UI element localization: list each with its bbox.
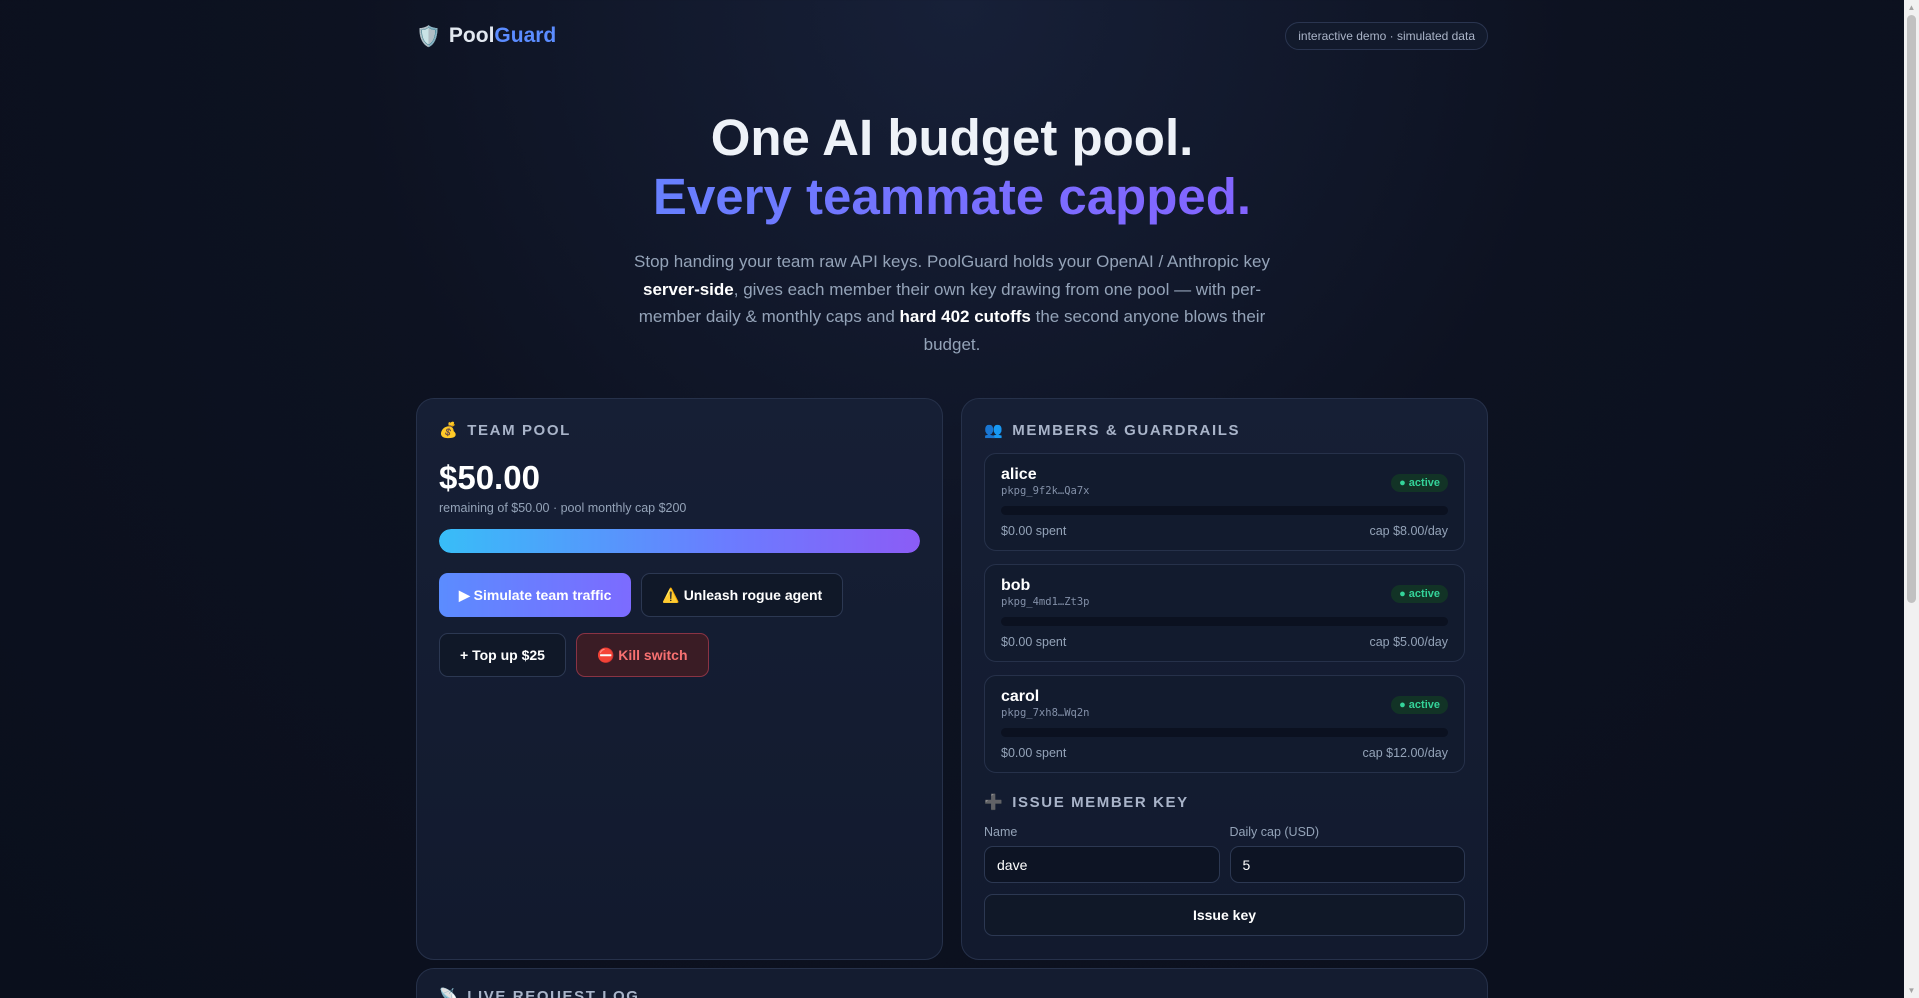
desc-part-1: Stop handing your team raw API keys. Poo… [634, 252, 1270, 271]
log-heading: 📡 LIVE REQUEST LOG [439, 987, 1465, 998]
member-spent: $0.00 spent [1001, 524, 1067, 538]
cards-row: 💰 TEAM POOL $50.00 remaining of $50.00 ·… [416, 398, 1488, 960]
member-spend-bar [1001, 506, 1448, 515]
member-footer: $0.00 spent cap $5.00/day [1001, 635, 1448, 649]
member-cap: cap $8.00/day [1369, 524, 1448, 538]
pool-actions-row-1: ▶ Simulate team traffic ⚠️ Unleash rogue… [439, 573, 920, 617]
plus-icon: ➕ [984, 794, 1005, 811]
desc-emph-server-side: server-side [643, 279, 734, 299]
hero-title: One AI budget pool. [710, 109, 1194, 166]
members-heading: 👥 MEMBERS & GUARDRAILS [984, 421, 1465, 440]
brand-name-pool: Pool [448, 24, 495, 47]
daily-cap-input[interactable] [1229, 846, 1465, 883]
scrollbar-thumb[interactable] [1907, 15, 1916, 603]
team-pool-heading: 💰 TEAM POOL [439, 421, 920, 440]
brand-name-guard: Guard [494, 24, 557, 47]
member-footer: $0.00 spent cap $8.00/day [1001, 524, 1448, 538]
desc-emph-cutoffs: hard 402 cutoffs [899, 307, 1031, 326]
money-bag-icon: 💰 [439, 422, 460, 439]
status-badge: ● active [1391, 696, 1448, 714]
demo-badge: interactive demo · simulated data [1285, 22, 1488, 50]
top-bar: 🛡️ PoolGuard interactive demo · simulate… [416, 0, 1488, 72]
hero: One AI budget pool. Every teammate cappe… [416, 108, 1488, 358]
member-name: bob [1001, 577, 1031, 594]
member-spend-bar [1001, 728, 1448, 737]
member-card-alice[interactable]: alice pkpg_9f2k…Qa7x ● active $0.00 spen… [984, 453, 1465, 551]
pool-actions-row-2: + Top up $25 ⛔ Kill switch [439, 633, 920, 677]
log-title: LIVE REQUEST LOG [467, 987, 640, 998]
team-pool-card: 💰 TEAM POOL $50.00 remaining of $50.00 ·… [416, 398, 943, 960]
name-field-group: Name [984, 825, 1220, 883]
member-name: alice [1001, 466, 1037, 483]
issue-key-heading: ➕ ISSUE MEMBER KEY [984, 793, 1465, 812]
brand-logo[interactable]: 🛡️ PoolGuard [416, 24, 556, 49]
member-spent: $0.00 spent [1001, 746, 1067, 760]
brand-name: PoolGuard [449, 24, 556, 48]
member-key: pkpg_4md1…Zt3p [1001, 596, 1090, 608]
member-spend-bar [1001, 617, 1448, 626]
name-input[interactable] [984, 846, 1220, 883]
simulate-traffic-button[interactable]: ▶ Simulate team traffic [439, 573, 632, 617]
member-key: pkpg_7xh8…Wq2n [1001, 707, 1090, 719]
scroll-up-arrow-icon[interactable]: ▲ [1904, 0, 1919, 15]
issue-key-title: ISSUE MEMBER KEY [1012, 793, 1189, 811]
team-pool-title: TEAM POOL [467, 421, 571, 439]
pool-progress-bar [439, 529, 920, 553]
members-title: MEMBERS & GUARDRAILS [1012, 421, 1241, 439]
people-icon: 👥 [984, 422, 1005, 439]
status-badge: ● active [1391, 474, 1448, 492]
vertical-scrollbar[interactable]: ▲ ▼ [1904, 0, 1919, 998]
hero-subtitle: Every teammate capped. [416, 167, 1488, 226]
daily-cap-label: Daily cap (USD) [1229, 825, 1320, 839]
issue-key-button[interactable]: Issue key [984, 894, 1465, 936]
member-cap: cap $12.00/day [1362, 746, 1449, 760]
cap-field-group: Daily cap (USD) [1229, 825, 1465, 883]
kill-switch-button[interactable]: ⛔ Kill switch [575, 633, 709, 677]
member-cap: cap $5.00/day [1369, 635, 1448, 649]
satellite-icon: 📡 [439, 988, 460, 998]
member-name: carol [1001, 688, 1040, 705]
name-label: Name [984, 825, 1018, 839]
member-key: pkpg_9f2k…Qa7x [1001, 485, 1090, 497]
member-spent: $0.00 spent [1001, 635, 1067, 649]
member-card-bob[interactable]: bob pkpg_4md1…Zt3p ● active $0.00 spent … [984, 564, 1465, 662]
page-container: 🛡️ PoolGuard interactive demo · simulate… [416, 0, 1488, 960]
members-card: 👥 MEMBERS & GUARDRAILS alice pkpg_9f2k…Q… [961, 398, 1488, 960]
pool-subtext: remaining of $50.00 · pool monthly cap $… [439, 501, 687, 515]
hero-description: Stop handing your team raw API keys. Poo… [632, 248, 1272, 358]
top-up-button[interactable]: + Top up $25 [439, 633, 566, 677]
issue-key-form: Name Daily cap (USD) [984, 825, 1465, 883]
member-footer: $0.00 spent cap $12.00/day [1001, 746, 1448, 760]
live-request-log-card: 📡 LIVE REQUEST LOG [416, 968, 1488, 998]
rogue-agent-button[interactable]: ⚠️ Unleash rogue agent [641, 573, 844, 617]
status-badge: ● active [1391, 585, 1448, 603]
members-list: alice pkpg_9f2k…Qa7x ● active $0.00 spen… [984, 453, 1465, 773]
pool-progress-fill [439, 529, 920, 553]
pool-amount: $50.00 [439, 459, 540, 496]
shield-icon: 🛡️ [416, 25, 441, 48]
scroll-down-arrow-icon[interactable]: ▼ [1904, 983, 1919, 998]
member-card-carol[interactable]: carol pkpg_7xh8…Wq2n ● active $0.00 spen… [984, 675, 1465, 773]
